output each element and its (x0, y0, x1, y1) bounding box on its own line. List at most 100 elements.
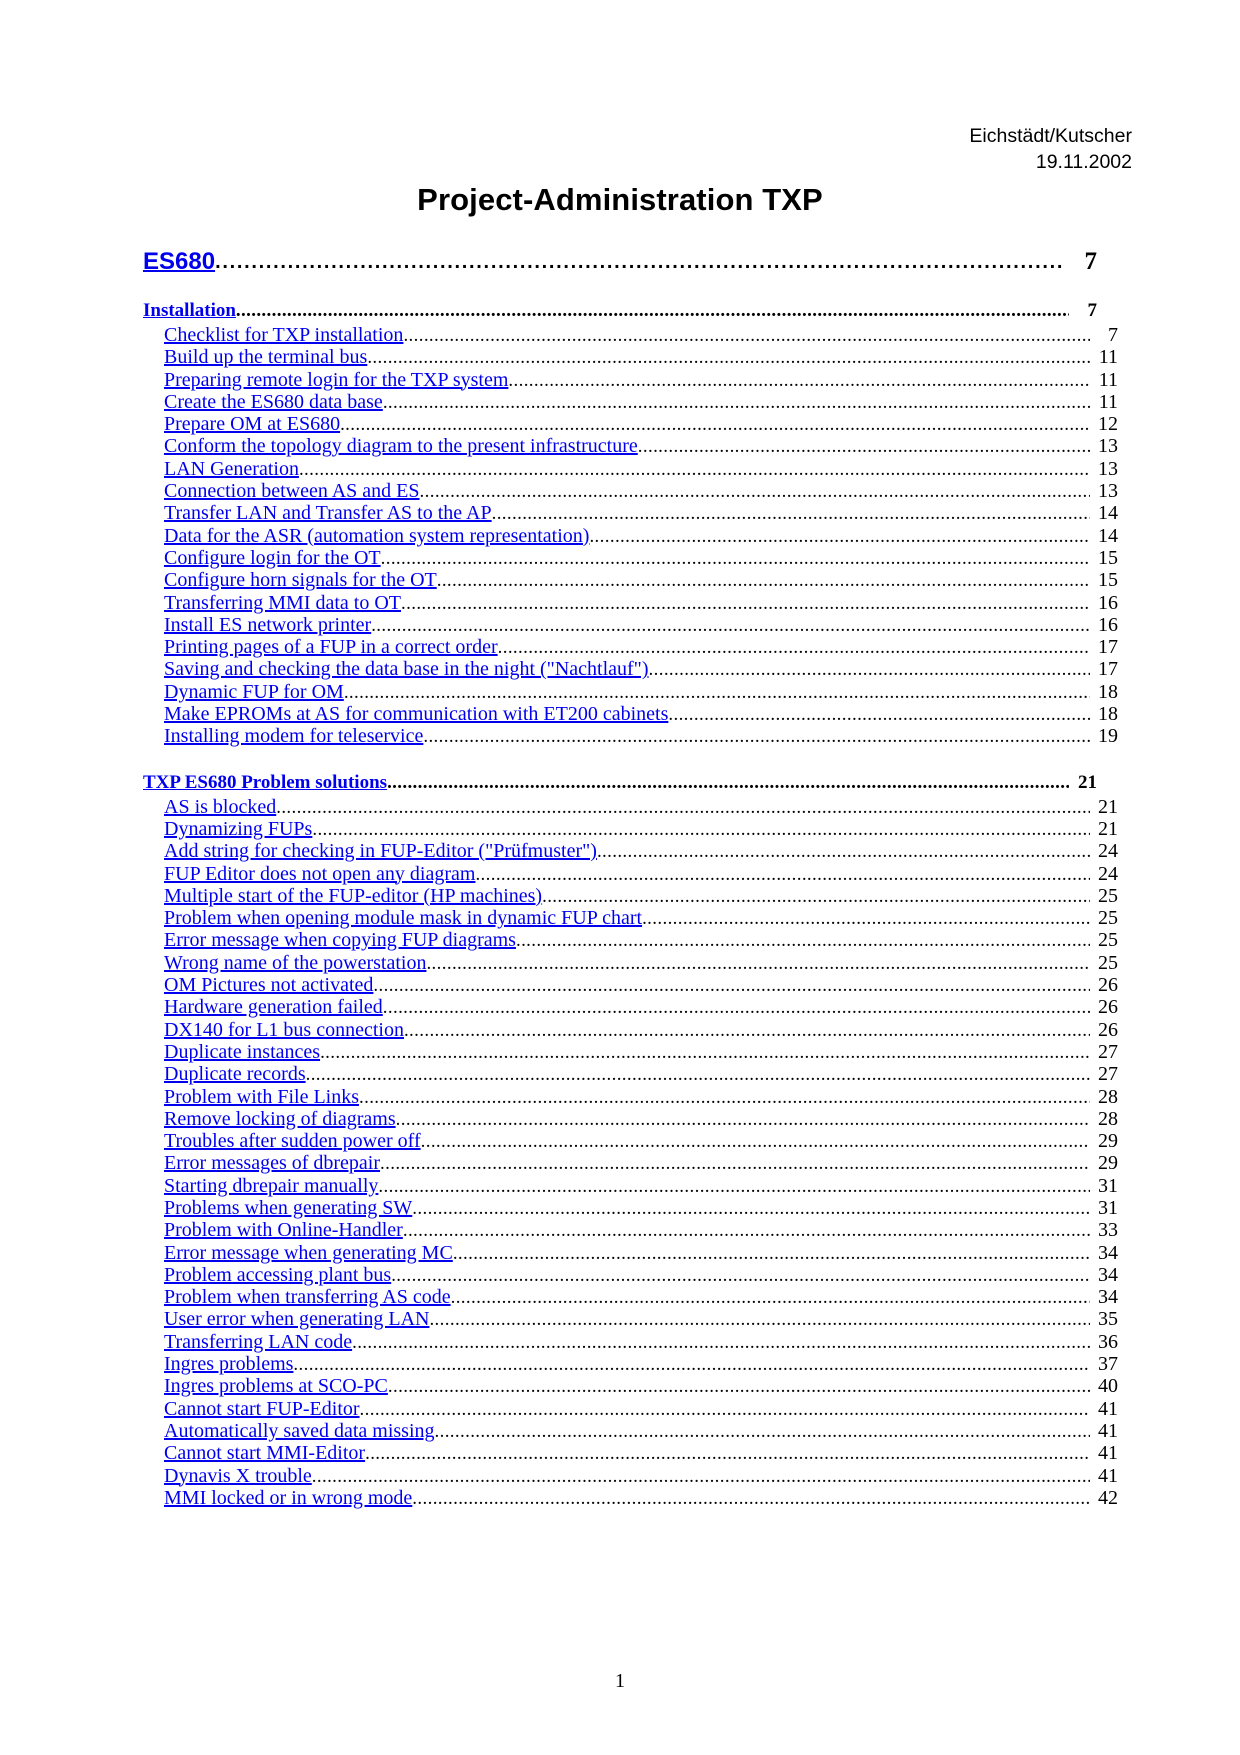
toc-entry[interactable]: AS is blocked 21 (164, 796, 1118, 818)
toc-entry[interactable]: Conform the topology diagram to the pres… (164, 435, 1118, 457)
toc-entry[interactable]: OM Pictures not activated 26 (164, 974, 1118, 996)
toc-entry[interactable]: Data for the ASR (automation system repr… (164, 525, 1118, 547)
toc-entry[interactable]: Dynamizing FUPs 21 (164, 818, 1118, 840)
toc-entry-label[interactable]: Prepare OM at ES680 (164, 413, 340, 435)
toc-entry-label[interactable]: ES680 (143, 248, 215, 276)
toc-entry[interactable]: Hardware generation failed 26 (164, 996, 1118, 1018)
toc-entry[interactable]: Checklist for TXP installation 7 (164, 324, 1118, 346)
toc-entry-label[interactable]: Starting dbrepair manually (164, 1175, 378, 1197)
toc-entry-label[interactable]: Troubles after sudden power off (164, 1130, 421, 1152)
toc-entry-label[interactable]: MMI locked or in wrong mode (164, 1487, 412, 1509)
toc-entry[interactable]: Prepare OM at ES680 12 (164, 413, 1118, 435)
toc-entry-label[interactable]: Build up the terminal bus (164, 346, 367, 368)
toc-entry[interactable]: Ingres problems 37 (164, 1353, 1118, 1375)
toc-entry-label[interactable]: Cannot start MMI-Editor (164, 1442, 365, 1464)
toc-entry[interactable]: Error message when generating MC 34 (164, 1242, 1118, 1264)
toc-entry[interactable]: Cannot start FUP-Editor 41 (164, 1398, 1118, 1420)
toc-entry[interactable]: Add string for checking in FUP-Editor ("… (164, 840, 1118, 862)
toc-entry-label[interactable]: Error message when generating MC (164, 1242, 453, 1264)
toc-entry[interactable]: Build up the terminal bus 11 (164, 346, 1118, 368)
toc-entry[interactable]: Saving and checking the data base in the… (164, 658, 1118, 680)
toc-entry[interactable]: Cannot start MMI-Editor 41 (164, 1442, 1118, 1464)
toc-entry-label[interactable]: Add string for checking in FUP-Editor ("… (164, 840, 597, 862)
toc-entry[interactable]: Error messages of dbrepair 29 (164, 1152, 1118, 1174)
toc-entry-label[interactable]: Printing pages of a FUP in a correct ord… (164, 636, 498, 658)
toc-entry[interactable]: Ingres problems at SCO-PC 40 (164, 1375, 1118, 1397)
toc-entry-label[interactable]: Problem with File Links (164, 1086, 359, 1108)
toc-entry[interactable]: LAN Generation 13 (164, 458, 1118, 480)
toc-entry-label[interactable]: Install ES network printer (164, 614, 371, 636)
toc-entry[interactable]: Troubles after sudden power off 29 (164, 1130, 1118, 1152)
toc-entry-level1[interactable]: ES680 7 (143, 248, 1097, 276)
toc-entry[interactable]: FUP Editor does not open any diagram 24 (164, 863, 1118, 885)
toc-entry-label[interactable]: Ingres problems at SCO-PC (164, 1375, 388, 1397)
toc-entry[interactable]: Wrong name of the powerstation 25 (164, 952, 1118, 974)
toc-entry[interactable]: Configure horn signals for the OT 15 (164, 569, 1118, 591)
toc-entry-label[interactable]: Cannot start FUP-Editor (164, 1398, 360, 1420)
toc-entry[interactable]: Printing pages of a FUP in a correct ord… (164, 636, 1118, 658)
toc-entry[interactable]: Problem accessing plant bus 34 (164, 1264, 1118, 1286)
toc-entry-label[interactable]: FUP Editor does not open any diagram (164, 863, 475, 885)
toc-entry[interactable]: Starting dbrepair manually 31 (164, 1175, 1118, 1197)
toc-entry[interactable]: DX140 for L1 bus connection 26 (164, 1019, 1118, 1041)
toc-entry-label[interactable]: Ingres problems (164, 1353, 293, 1375)
toc-entry-label[interactable]: TXP ES680 Problem solutions (143, 772, 387, 794)
toc-entry-label[interactable]: Dynamic FUP for OM (164, 681, 344, 703)
toc-entry-label[interactable]: Installation (143, 300, 236, 322)
toc-entry[interactable]: Problems when generating SW 31 (164, 1197, 1118, 1219)
toc-entry-label[interactable]: Preparing remote login for the TXP syste… (164, 369, 508, 391)
toc-entry-label[interactable]: Make EPROMs at AS for communication with… (164, 703, 668, 725)
toc-entry[interactable]: Dynavis X trouble 41 (164, 1465, 1118, 1487)
toc-entry-label[interactable]: Problems when generating SW (164, 1197, 412, 1219)
toc-entry-label[interactable]: Configure login for the OT (164, 547, 381, 569)
toc-entry-label[interactable]: Problem when transferring AS code (164, 1286, 451, 1308)
toc-entry[interactable]: MMI locked or in wrong mode 42 (164, 1487, 1118, 1509)
toc-entry-label[interactable]: OM Pictures not activated (164, 974, 373, 996)
toc-entry-label[interactable]: Installing modem for teleservice (164, 725, 423, 747)
toc-entry[interactable]: Automatically saved data missing 41 (164, 1420, 1118, 1442)
toc-entry[interactable]: Preparing remote login for the TXP syste… (164, 369, 1118, 391)
toc-entry-label[interactable]: Problem with Online-Handler (164, 1219, 403, 1241)
toc-entry-label[interactable]: LAN Generation (164, 458, 299, 480)
toc-entry-label[interactable]: Error message when copying FUP diagrams (164, 929, 516, 951)
toc-entry[interactable]: Dynamic FUP for OM 18 (164, 681, 1118, 703)
toc-entry[interactable]: Duplicate instances 27 (164, 1041, 1118, 1063)
toc-entry[interactable]: Configure login for the OT 15 (164, 547, 1118, 569)
toc-entry-label[interactable]: Configure horn signals for the OT (164, 569, 437, 591)
toc-entry-label[interactable]: Transferring LAN code (164, 1331, 352, 1353)
toc-entry-label[interactable]: Create the ES680 data base (164, 391, 383, 413)
toc-entry-label[interactable]: Transfer LAN and Transfer AS to the AP (164, 502, 492, 524)
toc-entry-label[interactable]: Hardware generation failed (164, 996, 383, 1018)
toc-entry-label[interactable]: Dynamizing FUPs (164, 818, 312, 840)
toc-entry-label[interactable]: Automatically saved data missing (164, 1420, 435, 1442)
toc-entry[interactable]: Transferring MMI data to OT 16 (164, 592, 1118, 614)
toc-entry-label[interactable]: Problem accessing plant bus (164, 1264, 391, 1286)
toc-entry-label[interactable]: Conform the topology diagram to the pres… (164, 435, 638, 457)
toc-entry[interactable]: Problem with Online-Handler 33 (164, 1219, 1118, 1241)
toc-entry[interactable]: Remove locking of diagrams 28 (164, 1108, 1118, 1130)
toc-entry[interactable]: Transfer LAN and Transfer AS to the AP 1… (164, 502, 1118, 524)
toc-entry-label[interactable]: Multiple start of the FUP-editor (HP mac… (164, 885, 542, 907)
toc-entry[interactable]: Installing modem for teleservice 19 (164, 725, 1118, 747)
toc-entry[interactable]: Problem with File Links 28 (164, 1086, 1118, 1108)
toc-entry-label[interactable]: Wrong name of the powerstation (164, 952, 426, 974)
toc-entry-label[interactable]: Duplicate instances (164, 1041, 320, 1063)
toc-entry[interactable]: Problem when transferring AS code 34 (164, 1286, 1118, 1308)
toc-entry[interactable]: Install ES network printer 16 (164, 614, 1118, 636)
toc-entry[interactable]: Connection between AS and ES 13 (164, 480, 1118, 502)
toc-entry[interactable]: User error when generating LAN 35 (164, 1308, 1118, 1330)
toc-entry-label[interactable]: Dynavis X trouble (164, 1465, 312, 1487)
toc-entry[interactable]: Problem when opening module mask in dyna… (164, 907, 1118, 929)
toc-entry[interactable]: Make EPROMs at AS for communication with… (164, 703, 1118, 725)
toc-entry-label[interactable]: DX140 for L1 bus connection (164, 1019, 404, 1041)
toc-entry-label[interactable]: Duplicate records (164, 1063, 306, 1085)
toc-entry-label[interactable]: Data for the ASR (automation system repr… (164, 525, 589, 547)
toc-section-heading[interactable]: Installation 7 (143, 300, 1097, 322)
toc-section-heading[interactable]: TXP ES680 Problem solutions 21 (143, 772, 1097, 794)
toc-entry-label[interactable]: Error messages of dbrepair (164, 1152, 380, 1174)
toc-entry[interactable]: Multiple start of the FUP-editor (HP mac… (164, 885, 1118, 907)
toc-entry[interactable]: Transferring LAN code 36 (164, 1331, 1118, 1353)
toc-entry-label[interactable]: AS is blocked (164, 796, 276, 818)
toc-entry-label[interactable]: User error when generating LAN (164, 1308, 429, 1330)
toc-entry-label[interactable]: Checklist for TXP installation (164, 324, 403, 346)
